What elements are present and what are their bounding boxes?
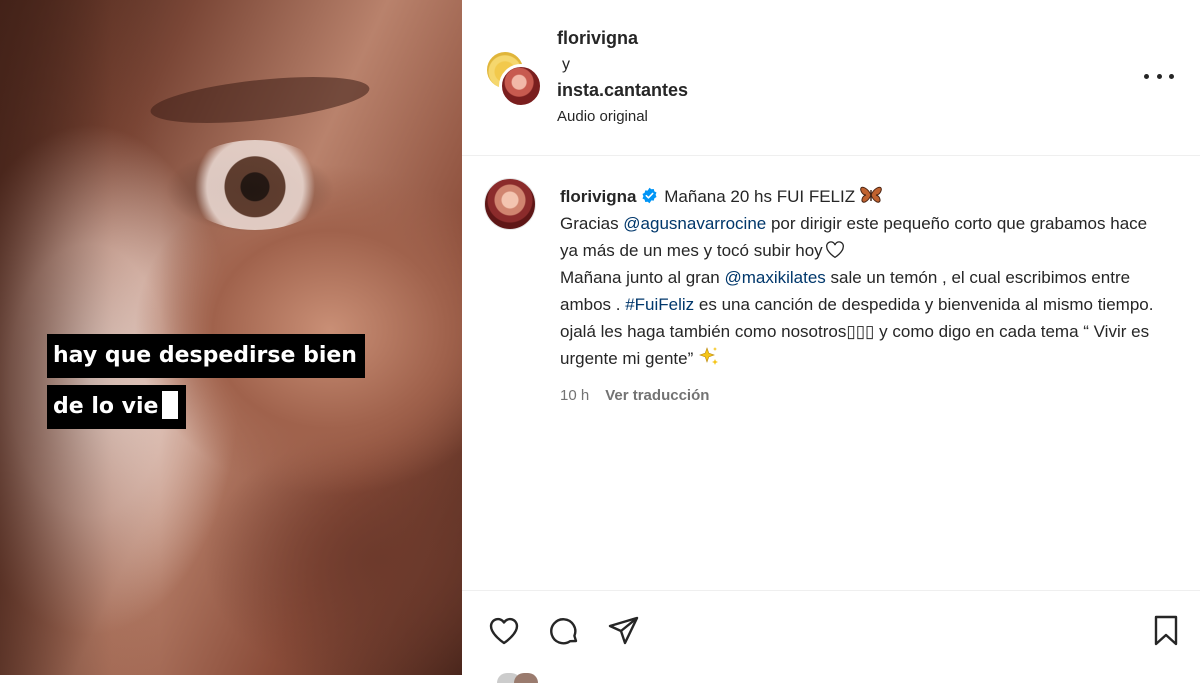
caption-body: florivigna Mañana 20 hs FUI FELIZ Gracia…: [560, 183, 1160, 409]
hashtag-link[interactable]: #FuiFeliz: [625, 295, 694, 314]
see-translation-button[interactable]: Ver traducción: [605, 387, 709, 404]
avatar[interactable]: [484, 178, 536, 230]
avatar-florivigna[interactable]: [499, 64, 543, 108]
butterfly-icon: [860, 186, 882, 203]
collab-avatars[interactable]: [485, 50, 545, 108]
sparkles-icon: [699, 347, 719, 365]
eye-shape: [180, 140, 330, 230]
caption-text-3: Mañana junto al gran: [560, 268, 725, 287]
heart-icon[interactable]: [486, 613, 522, 649]
header-text: florivigna y insta.cantantes Audio origi…: [557, 27, 688, 127]
username-link-1[interactable]: florivigna: [557, 27, 688, 49]
audio-link[interactable]: Audio original: [557, 107, 688, 127]
post-panel: florivigna y insta.cantantes Audio origi…: [462, 0, 1200, 683]
collab-connector: y: [562, 56, 570, 73]
mention-link-2[interactable]: @maxikilates: [724, 268, 825, 287]
video-caption-line-1: hay que despedirse bien: [47, 334, 365, 378]
action-bar: [462, 590, 1200, 683]
caption-line1: Mañana 20 hs FUI FELIZ: [664, 187, 856, 206]
username-link-2[interactable]: insta.cantantes: [557, 79, 688, 101]
caption-cursor: [162, 391, 179, 419]
more-horizontal-icon[interactable]: [1144, 66, 1174, 86]
video-caption-line-2: de lo vie: [47, 385, 187, 429]
caption-text-1: Gracias: [560, 214, 624, 233]
video-media[interactable]: hay que despedirse bien de lo vie: [0, 0, 462, 675]
post-header: florivigna y insta.cantantes Audio origi…: [462, 0, 1200, 156]
timestamp: 10 h: [560, 387, 590, 404]
bookmark-icon[interactable]: [1148, 613, 1184, 649]
share-icon[interactable]: [606, 613, 642, 649]
verified-badge-icon: [642, 187, 657, 204]
comment-icon[interactable]: [546, 613, 582, 649]
mention-link-1[interactable]: @agusnavarrocine: [623, 214, 766, 233]
eyebrow-shade: [148, 68, 372, 132]
caption-meta: 10 h Ver traducción: [560, 382, 1160, 409]
caption-username[interactable]: florivigna: [560, 187, 637, 206]
white-heart-icon: [825, 241, 844, 259]
missing-glyphs: ▯▯▯: [846, 322, 875, 341]
